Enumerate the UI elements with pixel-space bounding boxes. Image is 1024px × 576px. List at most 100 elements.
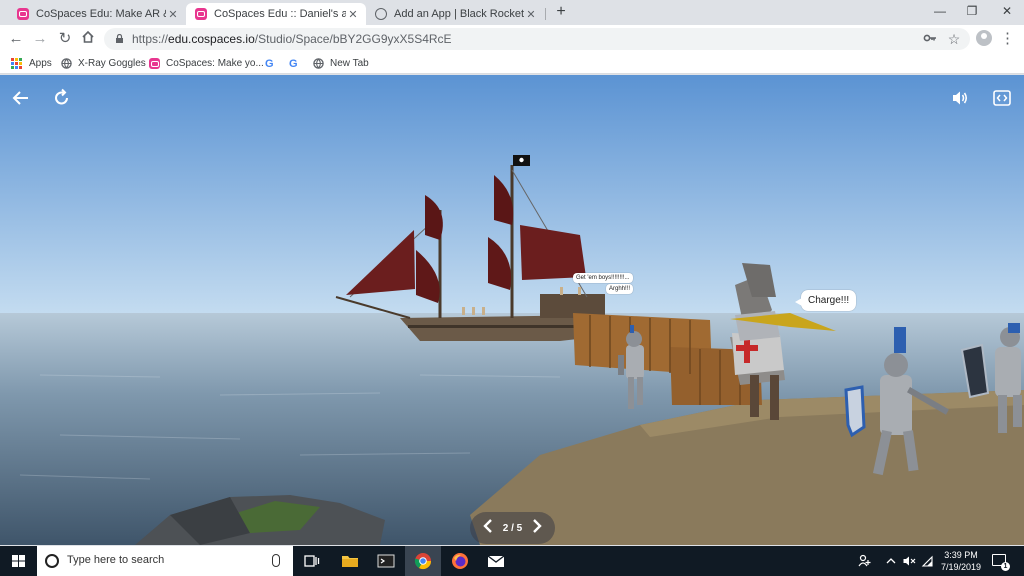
- flag-skull: [519, 157, 524, 163]
- prev-scene-button[interactable]: [480, 518, 496, 538]
- speech-bubble-knight: Charge!!!: [794, 290, 857, 311]
- tab-title: CoSpaces Edu :: Daniel's and Aks: [214, 8, 346, 20]
- folder-icon: [342, 556, 358, 567]
- scene-restart-button[interactable]: [52, 88, 72, 108]
- menu-kebab-icon[interactable]: ⋮: [1000, 30, 1015, 48]
- url-text: https://edu.cospaces.io/Studio/Space/bBY…: [132, 32, 452, 46]
- tab-cospaces-space[interactable]: CoSpaces Edu :: Daniel's and Aks ✕: [186, 3, 366, 25]
- bookmark-star-icon[interactable]: ☆: [946, 31, 962, 47]
- sound-icon: [953, 91, 968, 105]
- task-view-icon: [304, 555, 320, 567]
- embed-code-icon: [993, 90, 1011, 106]
- google-icon: G: [289, 57, 298, 70]
- tab-title: CoSpaces Edu: Make AR & VR in: [36, 8, 166, 20]
- taskbar-terminal[interactable]: [368, 546, 404, 576]
- ship-hull-stripe: [408, 325, 588, 328]
- taskbar-file-explorer[interactable]: [332, 546, 368, 576]
- bookmark-label: Apps: [29, 58, 52, 69]
- forward-button[interactable]: →: [31, 30, 49, 48]
- home-icon: [82, 30, 94, 43]
- taskbar-chrome[interactable]: [405, 546, 441, 576]
- cortana-circle-icon: [45, 554, 59, 568]
- volume-muted-icon[interactable]: [902, 554, 916, 568]
- wifi-icon[interactable]: [920, 554, 934, 568]
- profile-avatar[interactable]: [976, 30, 992, 46]
- close-icon[interactable]: ✕: [524, 8, 538, 21]
- cospaces-icon: [17, 8, 29, 20]
- speech-bubble-pirate: Arghh!!!: [606, 284, 634, 294]
- lock-icon: [116, 34, 123, 43]
- notification-count-badge: 1: [1001, 562, 1010, 571]
- clock-time: 3:39 PM: [944, 550, 978, 560]
- taskbar-firefox[interactable]: [442, 546, 478, 576]
- start-button[interactable]: [0, 546, 37, 576]
- restore-button[interactable]: ❐: [962, 2, 982, 20]
- tab-title: Add an App | Black Rocket Arcad: [394, 8, 524, 20]
- speech-bubble-pirate-captain: Get 'em boys!!!!!!!!...: [573, 273, 633, 283]
- bookmark-apps[interactable]: Apps: [11, 56, 52, 71]
- tray-chevron-up-icon[interactable]: [884, 554, 898, 568]
- scene-page-indicator: 2 / 5: [502, 522, 523, 534]
- search-placeholder: Type here to search: [67, 554, 165, 566]
- scene-render: [0, 75, 1024, 545]
- chevron-left-icon: [483, 519, 492, 533]
- back-arrow-icon: [12, 91, 28, 105]
- scene-pager: 2 / 5: [470, 512, 555, 544]
- windows-logo-icon: [12, 555, 25, 567]
- bookmark-google-2[interactable]: G: [289, 56, 306, 71]
- chevron-right-icon: [533, 519, 542, 533]
- globe-icon: [313, 58, 324, 69]
- people-icon[interactable]: [858, 554, 872, 568]
- blue-shield: [844, 385, 866, 438]
- cospaces-icon: [195, 8, 207, 20]
- tab-cospaces-home[interactable]: CoSpaces Edu: Make AR & VR in ✕: [8, 3, 186, 25]
- clock-date: 7/19/2019: [940, 562, 982, 572]
- task-view-button[interactable]: [294, 546, 330, 576]
- home-button[interactable]: [79, 30, 97, 48]
- bookmark-new-tab[interactable]: New Tab: [313, 56, 369, 71]
- close-icon[interactable]: ✕: [166, 8, 180, 21]
- apps-grid-icon: [11, 58, 22, 69]
- bookmark-xray-goggles[interactable]: X-Ray Goggles: [61, 56, 146, 71]
- globe-icon: [375, 8, 387, 20]
- taskbar-search-box[interactable]: Type here to search: [37, 546, 293, 576]
- bookmark-label: New Tab: [330, 58, 369, 69]
- bookmarks-bar: Apps X-Ray Goggles CoSpaces: Make yo... …: [0, 53, 1024, 74]
- next-scene-button[interactable]: [529, 518, 545, 538]
- microphone-icon[interactable]: [272, 554, 280, 567]
- scene-embed-button[interactable]: [992, 88, 1012, 108]
- cospaces-scene-viewport[interactable]: Get 'em boys!!!!!!!!... Arghh!!! Charge!…: [0, 75, 1024, 545]
- reload-button[interactable]: ↻: [56, 30, 74, 48]
- windows-taskbar: Type here to search 3:39 PM 7/19/2019 1: [0, 546, 1024, 576]
- back-button[interactable]: ←: [7, 30, 25, 48]
- minimize-button[interactable]: —: [930, 2, 950, 20]
- bookmark-label: X-Ray Goggles: [78, 58, 146, 69]
- scene-sound-button[interactable]: [950, 88, 970, 108]
- taskbar-mail[interactable]: [478, 546, 514, 576]
- bookmark-cospaces[interactable]: CoSpaces: Make yo...: [149, 56, 264, 71]
- system-clock[interactable]: 3:39 PM 7/19/2019: [935, 549, 987, 573]
- chrome-icon: [414, 553, 432, 570]
- new-tab-button[interactable]: +: [553, 4, 569, 20]
- horse-leg-1: [750, 375, 759, 417]
- horse-leg-2: [770, 375, 779, 420]
- restart-icon: [55, 88, 68, 105]
- address-bar[interactable]: https://edu.cospaces.io/Studio/Space/bBY…: [104, 28, 970, 50]
- mail-icon: [487, 555, 505, 567]
- firefox-icon: [452, 553, 468, 569]
- url-scheme: https://: [132, 32, 169, 46]
- key-icon[interactable]: [922, 31, 938, 47]
- tab-black-rocket[interactable]: Add an App | Black Rocket Arcad ✕: [366, 3, 544, 25]
- bookmark-label: CoSpaces: Make yo...: [166, 58, 264, 69]
- action-center-button[interactable]: 1: [992, 554, 1010, 571]
- url-path: /Studio/Space/bBY2GG9yxX5S4RcE: [254, 32, 452, 46]
- scene-back-button[interactable]: [11, 88, 31, 108]
- browser-toolbar: ← → ↻ https://edu.cospaces.io/Studio/Spa…: [0, 25, 1024, 53]
- tab-divider: [545, 8, 546, 20]
- window-close-button[interactable]: ✕: [997, 2, 1017, 20]
- url-host: edu.cospaces.io: [168, 32, 255, 46]
- close-icon[interactable]: ✕: [346, 8, 360, 21]
- terminal-icon: [377, 554, 395, 568]
- bookmark-google-1[interactable]: G: [265, 56, 282, 71]
- tab-strip: CoSpaces Edu: Make AR & VR in ✕ CoSpaces…: [0, 0, 1024, 25]
